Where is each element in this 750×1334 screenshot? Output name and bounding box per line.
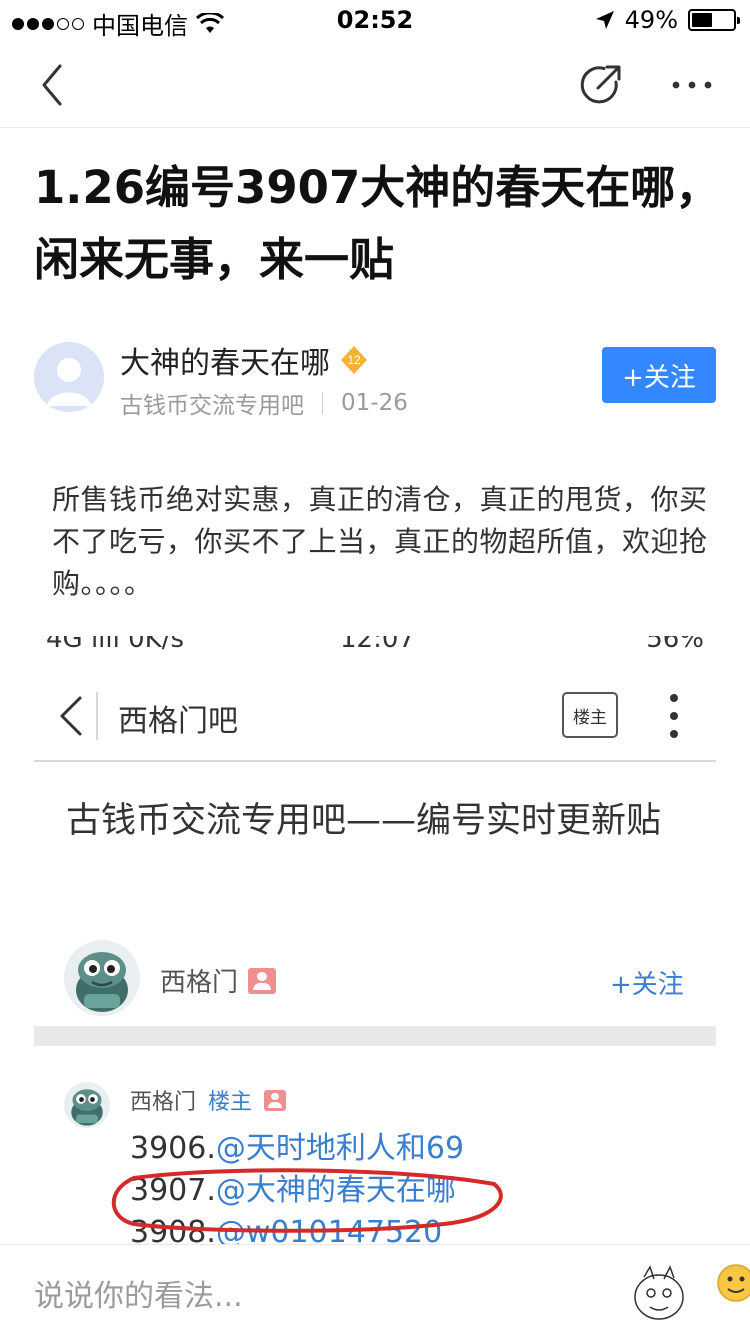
location-arrow-icon: [595, 11, 614, 29]
cartoon-avatar-icon: [64, 940, 140, 1016]
author-name-row[interactable]: 大神的春天在哪 12: [120, 338, 370, 382]
meta-divider: [322, 392, 323, 414]
embedded-nav-bar: 西格门吧 楼主: [34, 672, 716, 762]
embedded-reply-avatar: [64, 1082, 110, 1128]
battery-percent: 49%: [624, 6, 678, 34]
embedded-vertical-more-icon: [670, 694, 678, 738]
embedded-status-left: 4G ıııı 0K/s: [46, 636, 185, 654]
default-avatar-icon: [34, 342, 104, 412]
more-options-icon[interactable]: [666, 60, 718, 110]
level-number: 12: [347, 353, 361, 367]
embedded-section-separator: [34, 1026, 716, 1046]
embedded-owner-only-button: 楼主: [562, 692, 618, 738]
follow-button[interactable]: +关注: [602, 347, 716, 403]
comment-input[interactable]: 说说你的看法...: [34, 1271, 243, 1315]
embedded-user-name: 西格门: [160, 968, 239, 998]
post-title: 1.26编号3907大神的春天在哪，闲来无事，来一贴: [34, 161, 721, 286]
nav-bar: [0, 42, 750, 128]
embedded-owner-tag: 楼主: [208, 1090, 253, 1115]
back-chevron-icon[interactable]: [30, 60, 80, 110]
status-right: 49%: [595, 6, 740, 34]
embedded-reply-user: 西格门: [130, 1090, 197, 1115]
reply-mention: @天时地利人和69: [215, 1131, 465, 1166]
reply-line: 3906.@天时地利人和69: [130, 1128, 464, 1170]
author-avatar[interactable]: [34, 342, 104, 412]
cartoon-avatar-small-icon: [64, 1082, 110, 1128]
post-date: 01-26: [341, 390, 408, 416]
forum-name[interactable]: 古钱币交流专用吧: [120, 386, 304, 420]
status-bar: 中国电信 02:52 49%: [0, 0, 750, 42]
embedded-screenshot-image[interactable]: 4G ıııı 0K/s 12:07 56% 西格门吧 楼主 古钱币交流专用吧—…: [0, 628, 750, 1244]
embedded-reply-header: 西格门 楼主: [130, 1084, 287, 1116]
embedded-status-time: 12:07: [340, 636, 415, 654]
battery-icon: [688, 9, 740, 31]
embedded-status-right: 56%: [646, 636, 704, 654]
embedded-back-chevron-icon: [60, 696, 82, 736]
embedded-thread-title: 古钱币交流专用吧——编号实时更新贴: [66, 801, 662, 841]
reply-number: 3906.: [130, 1131, 216, 1166]
user-badge-small-icon: [264, 1089, 287, 1111]
level-badge-icon: 12: [341, 346, 367, 374]
post-body-text: 所售钱币绝对实惠，真正的清仓，真正的甩货，你买不了吃亏，你买不了上当，真正的物超…: [52, 483, 708, 600]
author-name[interactable]: 大神的春天在哪: [120, 338, 330, 382]
embedded-follow-link: +关注: [610, 970, 684, 1000]
comment-bar: 说说你的看法...: [0, 1244, 750, 1334]
share-icon[interactable]: [576, 60, 626, 110]
embedded-forum-name: 西格门吧: [118, 704, 238, 739]
author-meta: 古钱币交流专用吧 01-26: [120, 386, 408, 420]
embedded-user-avatar: [64, 940, 140, 1016]
embedded-user-row: 西格门: [160, 962, 277, 999]
embedded-status-bar: 4G ıııı 0K/s 12:07 56%: [40, 636, 710, 662]
red-highlight-circle: [111, 1168, 503, 1233]
emoji-face-icon[interactable]: [710, 1255, 750, 1325]
user-badge-icon: [248, 967, 277, 994]
sticker-emoji-icon[interactable]: [630, 1263, 688, 1323]
embedded-nav-divider: [96, 692, 98, 740]
